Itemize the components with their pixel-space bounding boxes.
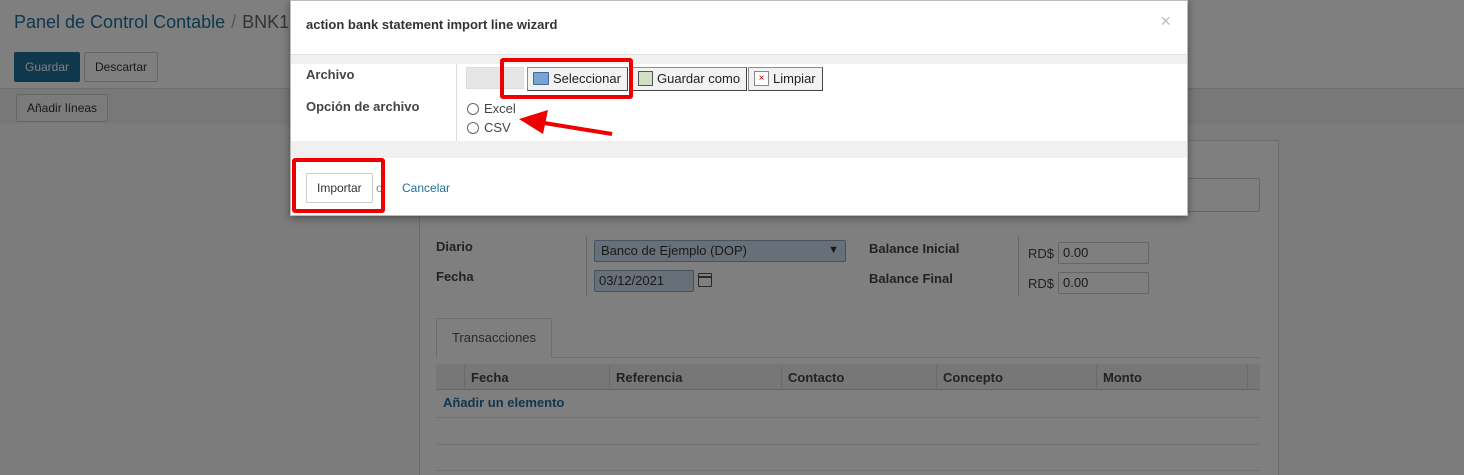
annotation-arrow-icon (519, 110, 613, 136)
